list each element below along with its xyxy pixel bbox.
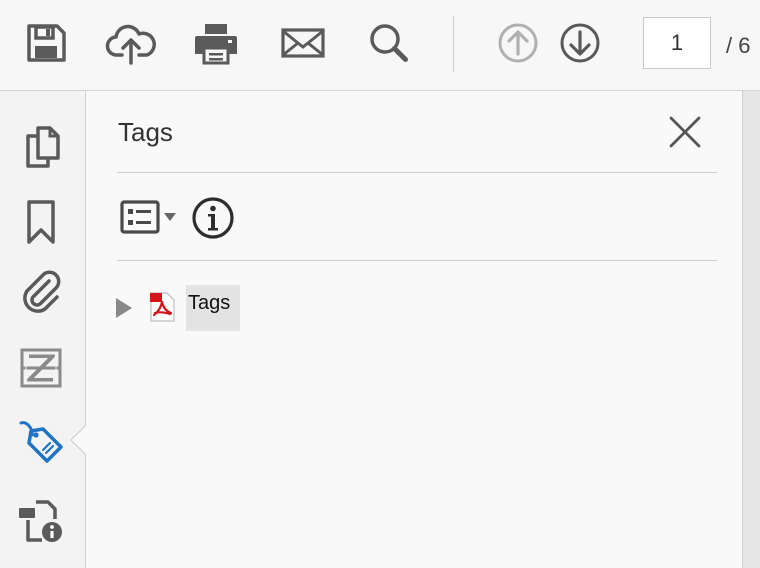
page-number-input[interactable] — [643, 17, 711, 69]
info-icon — [192, 197, 234, 239]
content-info-icon — [19, 500, 62, 542]
close-panel-button[interactable] — [666, 113, 704, 151]
email-button[interactable] — [277, 17, 329, 69]
tags-panel: Tags Tags — [86, 91, 742, 568]
navigation-rail — [0, 91, 86, 568]
envelope-icon — [281, 28, 325, 58]
previous-page-button[interactable] — [492, 17, 544, 69]
vertical-scrollbar[interactable] — [742, 91, 760, 568]
arrow-down-circle-icon — [560, 23, 600, 63]
save-button[interactable] — [20, 17, 72, 69]
cloud-upload-icon — [105, 24, 156, 65]
printer-icon — [195, 24, 237, 65]
layers-icon — [20, 348, 62, 388]
panel-divider — [117, 172, 717, 173]
pages-icon — [26, 126, 60, 168]
tag-icon — [19, 421, 63, 463]
rail-item-order[interactable] — [14, 494, 68, 548]
rail-item-pages[interactable] — [14, 120, 68, 174]
pdf-icon — [150, 292, 175, 322]
bookmark-icon — [27, 200, 55, 244]
next-page-button[interactable] — [554, 17, 606, 69]
close-icon — [669, 116, 701, 148]
options-list-icon — [120, 200, 160, 234]
print-button[interactable] — [190, 17, 242, 69]
rail-item-bookmarks[interactable] — [14, 195, 68, 249]
toolbar-separator — [453, 16, 454, 72]
arrow-up-circle-icon — [498, 23, 538, 63]
rail-item-tags[interactable] — [14, 416, 68, 470]
floppy-disk-icon — [27, 24, 66, 62]
search-button[interactable] — [363, 17, 415, 69]
panel-title: Tags — [118, 117, 173, 147]
tag-options-button[interactable] — [120, 197, 182, 237]
tree-item-label[interactable]: Tags — [186, 285, 241, 331]
panel-divider — [117, 260, 717, 261]
main-toolbar: / 6 — [0, 0, 760, 91]
expand-triangle-icon[interactable] — [114, 297, 134, 319]
magnifier-icon — [370, 24, 408, 62]
chevron-down-icon — [164, 213, 176, 221]
rail-item-layers[interactable] — [14, 341, 68, 395]
page-total-label: / 6 — [726, 33, 751, 58]
upload-button[interactable] — [105, 17, 157, 69]
tree-item-tags-root: Tags — [112, 283, 312, 333]
tag-info-button[interactable] — [191, 196, 235, 240]
paperclip-icon — [23, 270, 61, 313]
rail-item-attachments[interactable] — [14, 266, 68, 320]
